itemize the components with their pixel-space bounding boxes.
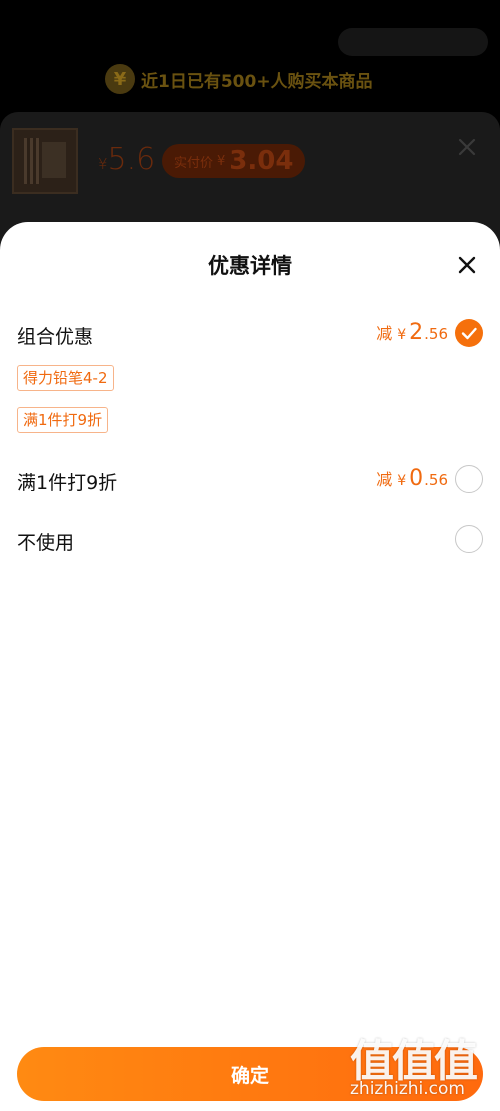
discount-details-sheet: 优惠详情 组合优惠 减 ¥2.56 得力铅笔4-2 满1件打9折 满1件打9折 减… bbox=[0, 222, 500, 1111]
product-price-currency: ¥ bbox=[98, 155, 108, 173]
confirm-button[interactable]: 确定 bbox=[17, 1047, 483, 1101]
purchase-banner: ¥ 近1日已有500+人购买本商品 bbox=[105, 62, 387, 96]
discount-integer: 2 bbox=[409, 320, 424, 345]
product-price: ¥5.6 bbox=[98, 142, 155, 177]
discount-integer: 0 bbox=[409, 466, 424, 491]
product-close-icon[interactable] bbox=[456, 136, 478, 158]
real-price-label: 实付价 bbox=[174, 155, 214, 171]
real-price-pill: 实付价 ¥ 3.04 bbox=[162, 144, 306, 178]
option-full-discount[interactable]: 满1件打9折 减 ¥0.56 bbox=[0, 460, 500, 500]
real-price-value: 3.04 bbox=[229, 146, 294, 176]
real-price-currency: ¥ bbox=[217, 153, 226, 169]
discount-currency: ¥ bbox=[397, 327, 407, 343]
option-combo-discount[interactable]: 组合优惠 减 ¥2.56 bbox=[0, 314, 500, 354]
radio-unchecked-icon[interactable] bbox=[455, 465, 483, 493]
promo-tag: 得力铅笔4-2 bbox=[17, 365, 114, 391]
option-discount-amount: 减 ¥0.56 bbox=[376, 466, 448, 491]
radio-unchecked-icon[interactable] bbox=[455, 525, 483, 553]
discount-decimal: .56 bbox=[424, 325, 448, 343]
product-thumbnail bbox=[12, 128, 78, 194]
option-label: 满1件打9折 bbox=[17, 472, 118, 494]
radio-checked-icon[interactable] bbox=[455, 319, 483, 347]
top-bar-pill bbox=[338, 28, 488, 56]
close-icon[interactable] bbox=[455, 253, 479, 277]
option-label: 不使用 bbox=[17, 532, 75, 554]
product-price-value: 5.6 bbox=[107, 142, 156, 177]
discount-prefix: 减 bbox=[376, 470, 393, 489]
sheet-title: 优惠详情 bbox=[208, 254, 292, 278]
discount-currency: ¥ bbox=[397, 473, 407, 489]
purchase-banner-text: 近1日已有500+人购买本商品 bbox=[141, 71, 373, 92]
discount-prefix: 减 bbox=[376, 324, 393, 343]
yuan-coin-icon: ¥ bbox=[105, 64, 135, 94]
option-discount-amount: 减 ¥2.56 bbox=[376, 320, 448, 345]
promo-tag: 满1件打9折 bbox=[17, 407, 109, 433]
option-label: 组合优惠 bbox=[17, 326, 94, 348]
option-no-discount[interactable]: 不使用 bbox=[0, 520, 500, 560]
discount-decimal: .56 bbox=[424, 471, 448, 489]
